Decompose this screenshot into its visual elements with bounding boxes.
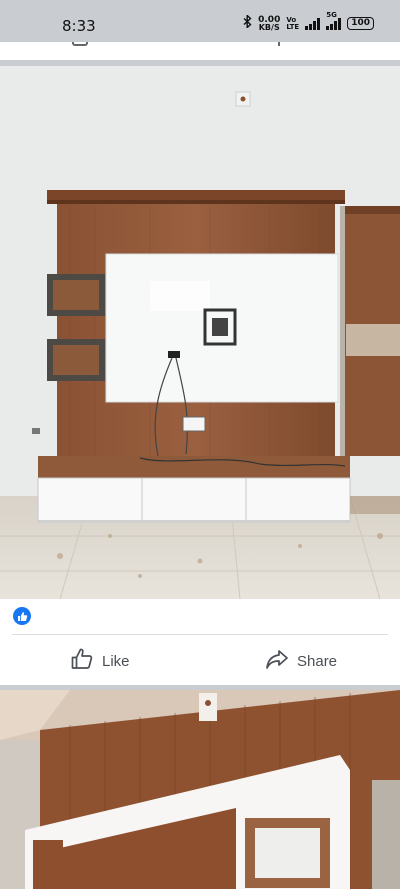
post-footer	[0, 599, 400, 685]
status-time: 8:33	[62, 17, 96, 35]
volte-indicator: Vo LTE	[286, 16, 300, 31]
volte-bottom-label: LTE	[286, 22, 300, 31]
wood-panel-illustration	[0, 690, 400, 889]
tv-unit-illustration	[0, 66, 400, 599]
battery-indicator: 100	[347, 17, 374, 30]
like-label: Like	[102, 652, 130, 670]
network-label: 5G	[326, 10, 337, 19]
status-bar: 8:33 0.00 KB/S Vo LTE 5G 100	[0, 0, 400, 42]
like-button[interactable]: Like	[70, 648, 130, 674]
previous-post-actions	[0, 42, 400, 60]
status-icons: 0.00 KB/S Vo LTE 5G 100	[243, 11, 374, 32]
share-button[interactable]: Share	[265, 648, 337, 674]
share-icon-partial[interactable]	[266, 42, 280, 46]
network-type: 5G	[326, 11, 342, 30]
signal-bars-2-icon	[326, 17, 342, 30]
like-icon-partial[interactable]	[72, 42, 88, 46]
bluetooth-icon	[243, 13, 252, 32]
post-photo-tv-unit[interactable]	[0, 66, 400, 599]
next-post-photo[interactable]	[0, 690, 400, 889]
data-speed-unit: KB/S	[258, 22, 280, 32]
like-reaction-icon[interactable]	[13, 607, 31, 625]
signal-bars-icon	[305, 17, 321, 30]
thumbs-up-icon	[70, 647, 94, 675]
data-speed: 0.00 KB/S	[258, 15, 280, 32]
share-label: Share	[297, 652, 338, 670]
post-divider	[12, 634, 388, 635]
share-arrow-icon	[265, 647, 289, 675]
